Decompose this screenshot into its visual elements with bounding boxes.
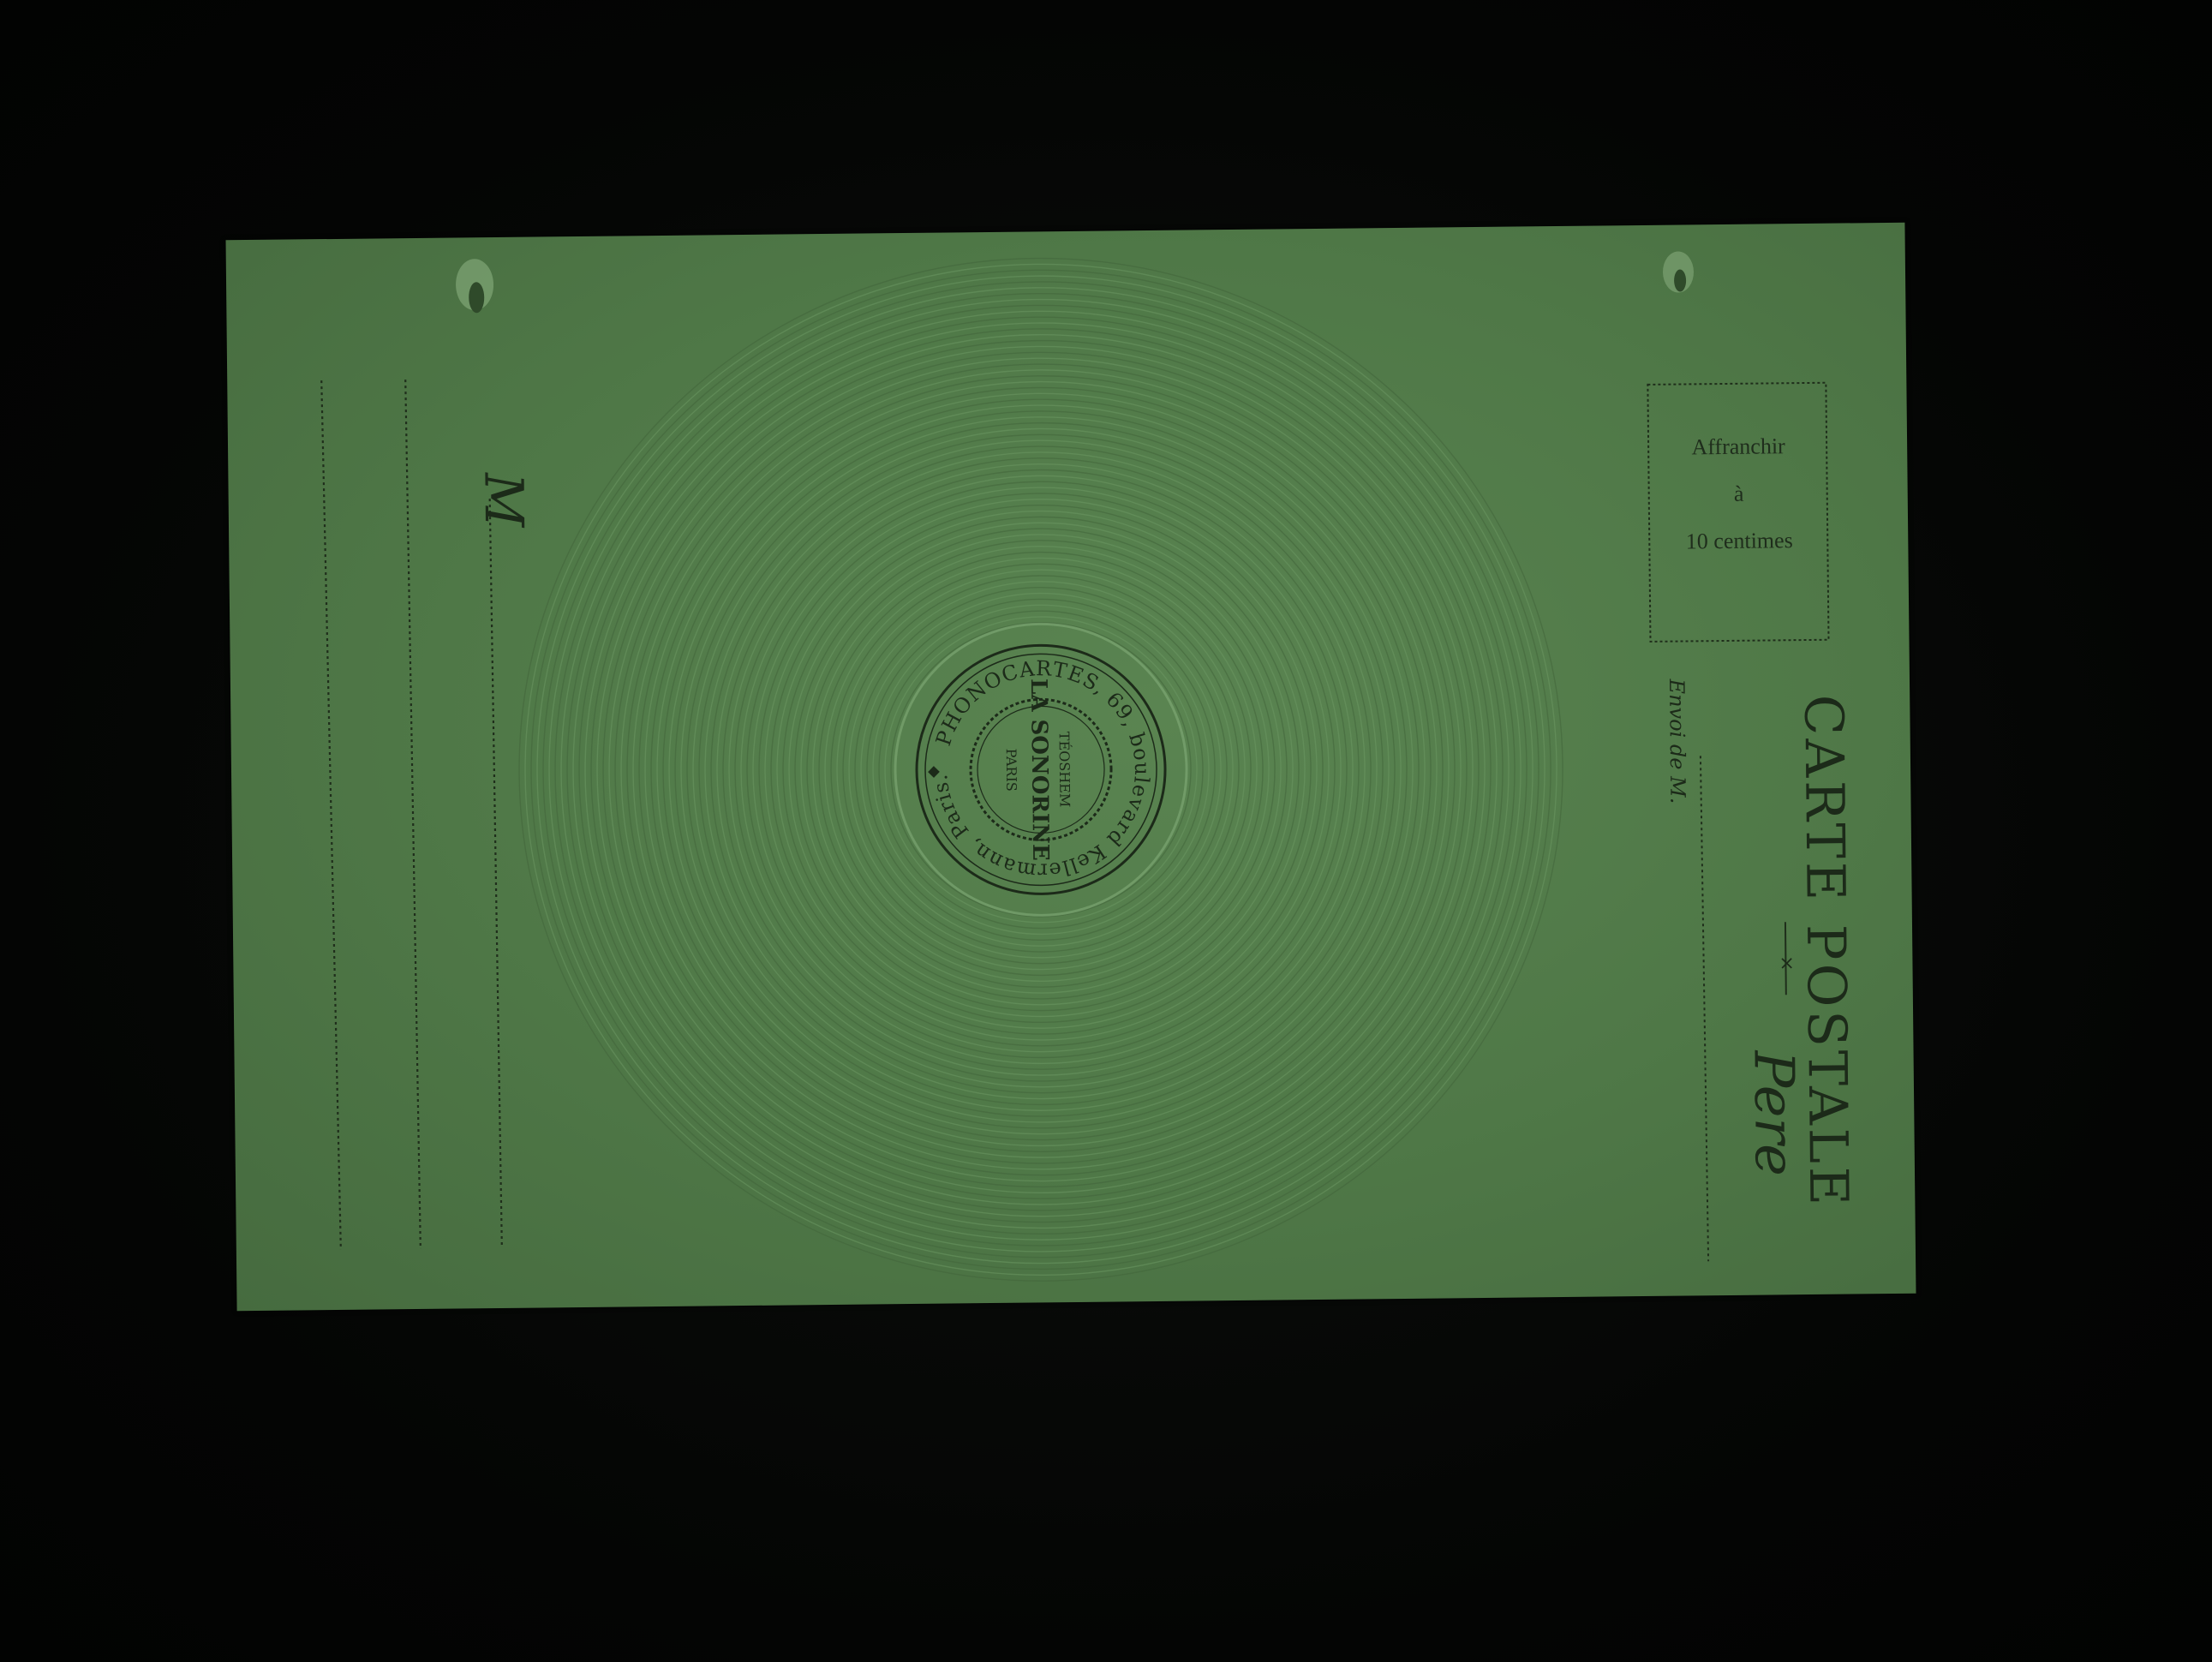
seal-trademark: TÉOSHEM xyxy=(1056,732,1074,808)
stamp-line-2: à xyxy=(1733,481,1744,506)
postcard: × PHONOCARTES, 69, boulevard Kellermann,… xyxy=(225,222,1916,1312)
sender-line xyxy=(1699,756,1710,1262)
sender-prefix: Envoi de M. xyxy=(1665,678,1690,804)
stamp-line-1: Affranchir xyxy=(1691,433,1785,460)
stamp-line-3: 10 centimes xyxy=(1685,528,1793,554)
seal: PHONOCARTES, 69, boulevard Kellermann, P… xyxy=(915,643,1167,895)
photo-background: × PHONOCARTES, 69, boulevard Kellermann,… xyxy=(0,0,2212,1662)
seal-brand: LA SONORINE xyxy=(1025,679,1053,861)
recipient-prefix: M xyxy=(472,472,535,529)
svg-text:◆: ◆ xyxy=(928,762,940,780)
seal-city: PARIS xyxy=(1003,749,1020,792)
sender-handwriting: Pere xyxy=(1742,1049,1807,1176)
stamp-box xyxy=(1647,381,1830,643)
postcard-artwork: × PHONOCARTES, 69, boulevard Kellermann,… xyxy=(320,251,1860,1282)
svg-text:×: × xyxy=(1779,953,1795,974)
screw-holes xyxy=(456,251,1694,314)
